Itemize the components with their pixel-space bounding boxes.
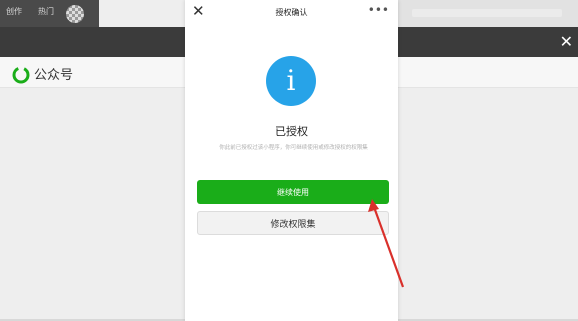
continue-button[interactable]: 继续使用 [197,180,389,204]
more-icon[interactable]: ••• [368,3,389,17]
tab-create[interactable]: 创作 [6,6,22,17]
blurred-header-area [398,0,578,27]
tab-hot[interactable]: 热门 [38,6,54,17]
modal-title: 授权确认 [275,8,308,17]
wechat-official-account-logo-icon [12,66,30,84]
status-title: 已授权 [275,125,308,138]
avatar[interactable] [66,5,84,23]
authorization-modal: ✕ 授权确认 ••• i 已授权 你此前已授权过该小程序，你可继续使用或修改授权… [185,0,398,321]
brand-name: 公众号 [34,68,74,83]
info-icon: i [266,56,316,106]
modify-permissions-button[interactable]: 修改权限集 [197,211,389,235]
top-tab-bar: 创作 热门 [0,0,99,27]
status-description: 你此前已授权过该小程序，你可继续使用或修改授权的权限集 [219,145,368,151]
window-close-icon[interactable]: ✕ [560,32,573,51]
